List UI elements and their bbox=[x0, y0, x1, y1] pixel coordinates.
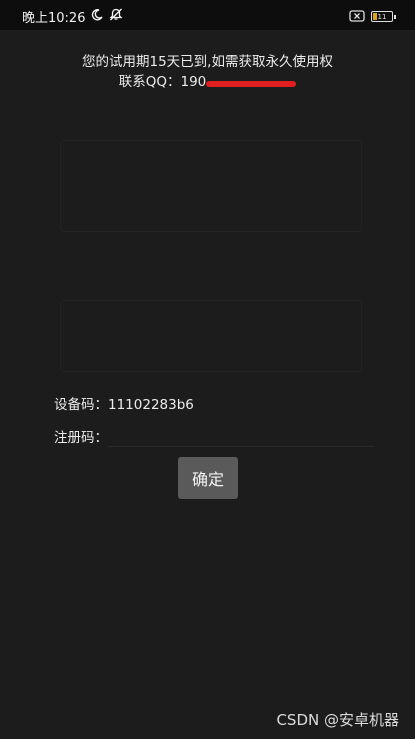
device-code-label: 设备码： bbox=[54, 397, 108, 413]
background-panel bbox=[60, 140, 362, 232]
status-right: 11 bbox=[349, 7, 396, 26]
status-left: 晚上10:26 bbox=[22, 7, 124, 26]
qq-label: 联系QQ： bbox=[118, 74, 181, 90]
device-code-value: 11102283b6 bbox=[108, 397, 194, 413]
device-code-row: 设备码：11102283b6 bbox=[54, 393, 194, 413]
register-code-row: 注册码： bbox=[54, 424, 374, 447]
mute-icon bbox=[109, 8, 124, 25]
register-code-input[interactable] bbox=[108, 424, 374, 447]
watermark: CSDN @安卓机器 bbox=[276, 711, 399, 729]
trial-expired-notice: 您的试用期15天已到,如需获取永久使用权 联系QQ：190 bbox=[0, 52, 415, 92]
confirm-button[interactable]: 确定 bbox=[178, 457, 238, 499]
redaction-mark bbox=[206, 81, 297, 87]
battery-level: 11 bbox=[377, 12, 387, 21]
contact-line: 联系QQ：190 bbox=[0, 72, 415, 92]
moon-icon bbox=[91, 8, 104, 25]
background-panel bbox=[60, 300, 362, 372]
status-time: 晚上10:26 bbox=[22, 11, 86, 26]
qq-number: 190 bbox=[180, 74, 207, 90]
register-code-label: 注册码： bbox=[54, 429, 108, 446]
app-screen: 晚上10:26 11 您的试用期15天已到,如需获取永久使用权 联系QQ：190… bbox=[0, 0, 415, 739]
no-sim-icon bbox=[349, 7, 365, 26]
status-bar: 晚上10:26 11 bbox=[0, 0, 415, 30]
notice-line: 您的试用期15天已到,如需获取永久使用权 bbox=[82, 54, 333, 70]
battery-icon: 11 bbox=[371, 11, 396, 22]
